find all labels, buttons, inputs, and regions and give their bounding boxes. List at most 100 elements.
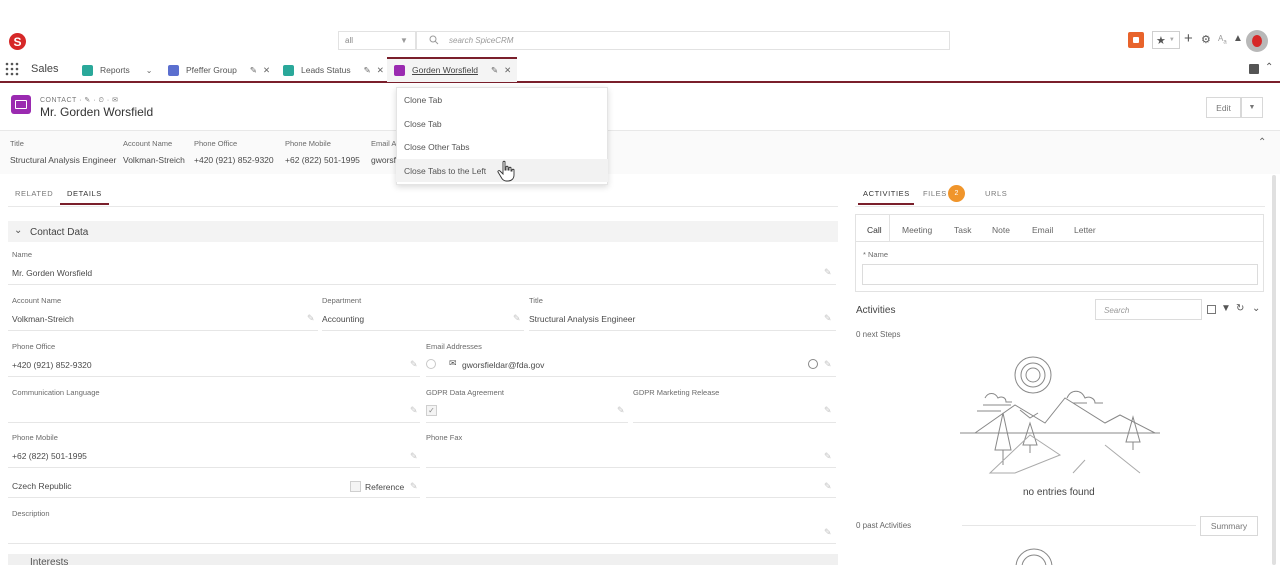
close-icon[interactable]: ✕ bbox=[504, 65, 511, 76]
chevron-down-icon[interactable]: ⌄ bbox=[1252, 303, 1260, 314]
tab-label: Gorden Worsfield bbox=[412, 65, 478, 75]
close-icon[interactable]: ✕ bbox=[377, 65, 384, 76]
field-label-communication-language: Communication Language bbox=[12, 388, 100, 397]
close-icon[interactable]: ✕ bbox=[263, 65, 270, 76]
pin-icon[interactable]: ✎ bbox=[250, 65, 257, 76]
activity-type-letter[interactable]: Letter bbox=[1074, 225, 1096, 235]
field-underline bbox=[8, 497, 420, 498]
chevron-down-icon[interactable]: ⌄ bbox=[146, 66, 153, 75]
tab-pfeffer-group[interactable]: Pfeffer Group ✎ ✕ bbox=[168, 61, 270, 79]
field-value-name[interactable]: Mr. Gorden Worsfield bbox=[12, 268, 92, 278]
summary-value-phone-office: +420 (921) 852-9320 bbox=[194, 155, 274, 165]
collapse-icon[interactable]: ⌃ bbox=[1265, 62, 1273, 73]
page-scrollbar[interactable] bbox=[1272, 175, 1276, 565]
divider bbox=[855, 206, 1265, 207]
edit-pencil-icon[interactable]: ✎ bbox=[824, 481, 832, 492]
edit-pencil-icon[interactable]: ✎ bbox=[824, 359, 832, 370]
field-label-phone-mobile: Phone Mobile bbox=[12, 433, 58, 442]
edit-pencil-icon[interactable]: ✎ bbox=[824, 267, 832, 278]
menu-item-close-tab[interactable]: Close Tab bbox=[396, 112, 608, 135]
app-launcher-grid-icon[interactable] bbox=[5, 62, 19, 76]
record-module-label: CONTACT · ✎ · ⏲ · ✉ bbox=[40, 96, 119, 105]
files-count-badge: 2 bbox=[948, 185, 965, 202]
edit-button[interactable]: Edit bbox=[1206, 97, 1241, 118]
edit-pencil-icon[interactable]: ✎ bbox=[824, 313, 832, 324]
reference-checkbox[interactable] bbox=[350, 481, 361, 492]
field-label-title: Title bbox=[529, 296, 543, 305]
summary-label-title: Title bbox=[10, 139, 24, 148]
edit-pencil-icon[interactable]: ✎ bbox=[410, 405, 418, 416]
app-logo[interactable]: S bbox=[9, 33, 26, 50]
activity-type-meeting[interactable]: Meeting bbox=[902, 225, 932, 235]
language-icon[interactable]: Aa bbox=[1218, 34, 1227, 46]
field-value-phone-office[interactable]: +420 (921) 852-9320 bbox=[12, 360, 92, 370]
section-title: Contact Data bbox=[30, 227, 89, 238]
contact-icon bbox=[394, 64, 405, 76]
activity-type-email[interactable]: Email bbox=[1032, 225, 1053, 235]
section-header-contact-data[interactable] bbox=[8, 221, 838, 242]
tab-leads-status[interactable]: Leads Status ✎ ✕ bbox=[283, 61, 384, 79]
tab-activities[interactable]: ACTIVITIES bbox=[863, 189, 910, 198]
field-value-department[interactable]: Accounting bbox=[322, 314, 364, 324]
email-primary-radio[interactable] bbox=[426, 359, 436, 369]
tab-urls[interactable]: URLS bbox=[985, 189, 1007, 198]
calendar-icon[interactable] bbox=[1249, 64, 1259, 74]
field-label-reference: Reference bbox=[365, 482, 405, 492]
edit-pencil-icon[interactable]: ✎ bbox=[824, 527, 832, 538]
tab-related[interactable]: RELATED bbox=[15, 189, 53, 198]
menu-item-close-other-tabs[interactable]: Close Other Tabs bbox=[396, 135, 608, 158]
email-optout-radio[interactable] bbox=[808, 359, 818, 369]
collapse-header-icon[interactable]: ⌃ bbox=[1258, 137, 1266, 148]
list-icon[interactable] bbox=[1207, 305, 1216, 314]
edit-pencil-icon[interactable]: ✎ bbox=[513, 313, 521, 324]
field-value-phone-mobile[interactable]: +62 (822) 501-1995 bbox=[12, 451, 87, 461]
field-value-title[interactable]: Structural Analysis Engineer bbox=[529, 314, 635, 324]
summary-button[interactable]: Summary bbox=[1200, 516, 1258, 536]
divider bbox=[962, 525, 1196, 526]
pin-icon[interactable]: ✎ bbox=[364, 65, 371, 76]
edit-pencil-icon[interactable]: ✎ bbox=[824, 451, 832, 462]
field-value-account[interactable]: Volkman-Streich bbox=[12, 314, 74, 324]
field-label-phone-office: Phone Office bbox=[12, 342, 56, 351]
summary-value-email: gworsf bbox=[371, 155, 397, 165]
activity-type-call[interactable]: Call bbox=[867, 225, 882, 235]
tab-files[interactable]: FILES bbox=[923, 189, 947, 198]
user-avatar[interactable] bbox=[1246, 30, 1268, 52]
filter-icon[interactable]: ▼ bbox=[1221, 303, 1231, 314]
calendar-badge-icon[interactable] bbox=[1128, 32, 1144, 48]
section-header-interests[interactable] bbox=[8, 554, 838, 565]
tab-reports[interactable]: Reports ⌄ bbox=[82, 61, 152, 79]
edit-pencil-icon[interactable]: ✎ bbox=[410, 451, 418, 462]
menu-item-clone-tab[interactable]: Clone Tab bbox=[396, 88, 608, 111]
field-value-email[interactable]: gworsfieldar@fda.gov bbox=[462, 360, 544, 370]
tab-gorden-worsfield[interactable]: Gorden Worsfield ✎ ✕ bbox=[394, 61, 511, 79]
summary-value-title: Structural Analysis Engineer bbox=[10, 155, 117, 165]
envelope-icon: ✉ bbox=[449, 358, 457, 368]
edit-pencil-icon[interactable]: ✎ bbox=[410, 359, 418, 370]
activity-type-task[interactable]: Task bbox=[954, 225, 971, 235]
field-label-phone-fax: Phone Fax bbox=[426, 433, 463, 442]
edit-pencil-icon[interactable]: ✎ bbox=[410, 481, 418, 492]
chevron-down-icon: ▼ bbox=[400, 36, 408, 45]
edit-options-button[interactable]: ▼ bbox=[1241, 97, 1263, 118]
pin-icon[interactable]: ✎ bbox=[491, 65, 498, 76]
tab-details[interactable]: DETAILS bbox=[67, 189, 102, 198]
edit-pencil-icon[interactable]: ✎ bbox=[307, 313, 315, 324]
edit-pencil-icon[interactable]: ✎ bbox=[617, 405, 625, 416]
field-value-country[interactable]: Czech Republic bbox=[12, 481, 72, 491]
gdpr-data-checkbox[interactable]: ✓ bbox=[426, 405, 437, 416]
field-label-account: Account Name bbox=[12, 296, 62, 305]
activity-type-note[interactable]: Note bbox=[992, 225, 1010, 235]
favorites-button[interactable]: ★ ▼ bbox=[1152, 31, 1180, 49]
app-name: Sales bbox=[31, 63, 59, 75]
refresh-icon[interactable]: ↻ bbox=[1236, 303, 1244, 314]
field-underline bbox=[426, 422, 628, 423]
record-status-icons: · ✎ · ⏲ · ✉ bbox=[79, 97, 119, 104]
bell-icon[interactable]: ▲ bbox=[1233, 33, 1243, 44]
field-underline bbox=[8, 467, 420, 468]
edit-pencil-icon[interactable]: ✎ bbox=[824, 405, 832, 416]
settings-gear-icon[interactable]: ⚙ bbox=[1201, 33, 1211, 46]
activity-name-input[interactable] bbox=[862, 264, 1258, 285]
add-icon[interactable]: + bbox=[1184, 30, 1193, 47]
chevron-down-icon: ⌄ bbox=[14, 225, 23, 236]
